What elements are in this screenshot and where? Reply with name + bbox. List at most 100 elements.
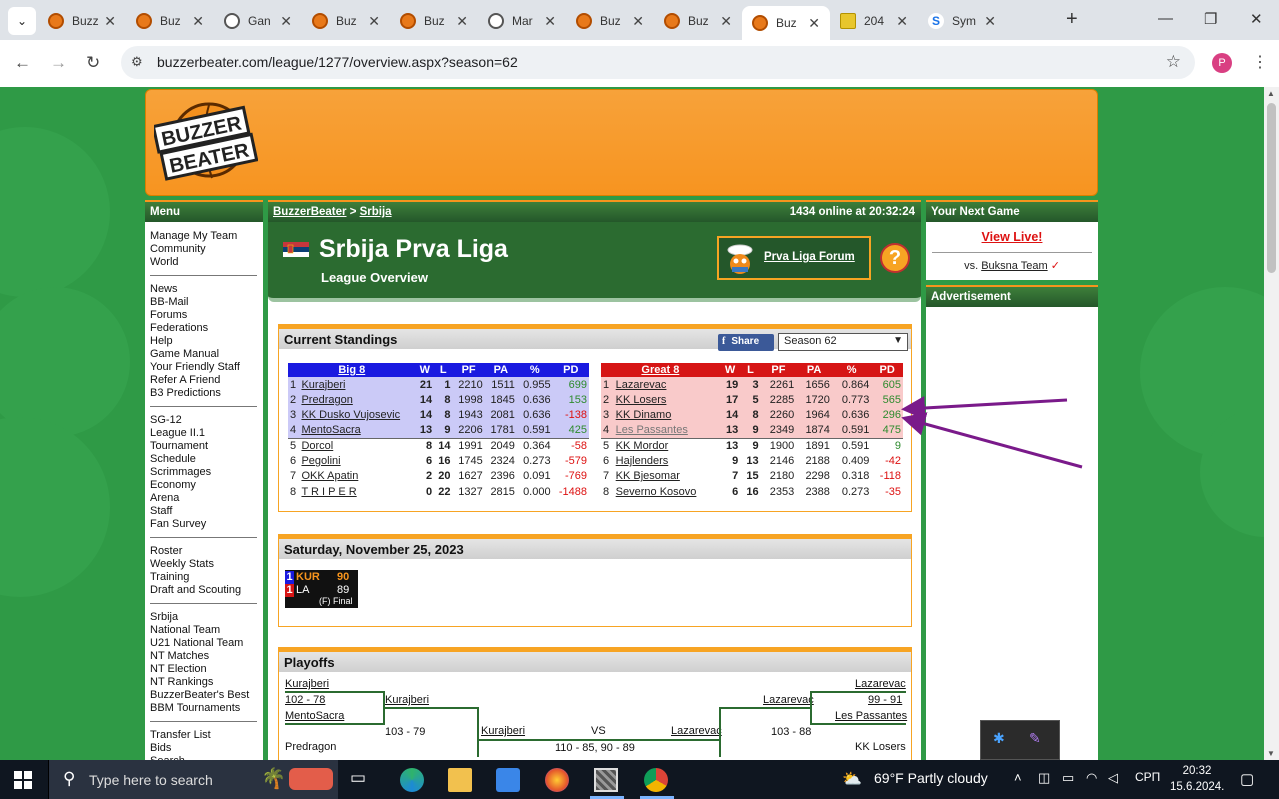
browser-tab[interactable]: Mar ✕ [478, 6, 566, 36]
scroll-down-icon[interactable]: ▼ [1267, 749, 1275, 758]
team-link[interactable]: Lazarevac [614, 377, 720, 392]
playoff-team-link[interactable]: KK Losers [855, 741, 906, 753]
menu-item-world[interactable]: World [150, 256, 257, 269]
menu-item-schedule[interactable]: Schedule [150, 453, 257, 466]
menu-item-game-manual[interactable]: Game Manual [150, 348, 257, 361]
playoff-team-link[interactable]: Predragon [285, 741, 336, 753]
playoff-team-link[interactable]: Kurajberi [285, 678, 329, 690]
team-link[interactable]: KK Dusko Vujosevic [299, 408, 415, 423]
browser-tab[interactable]: Buz ✕ [126, 6, 214, 36]
team-link[interactable]: KK Dinamo [614, 408, 720, 423]
tab-close-icon[interactable]: ✕ [984, 13, 996, 30]
webcam-icon[interactable]: ◫ [1038, 770, 1050, 786]
playoff-team-link[interactable]: MentoSacra [285, 710, 344, 722]
bluetooth-icon[interactable]: ✱ [993, 730, 1005, 747]
final-left-team[interactable]: Kurajberi [481, 725, 525, 737]
menu-item-nt-matches[interactable]: NT Matches [150, 650, 257, 663]
scrollbar-thumb[interactable] [1267, 103, 1276, 273]
taskbar-search[interactable]: ⚲ Type here to search 🌴 [48, 760, 338, 799]
tab-close-icon[interactable]: ✕ [896, 13, 908, 30]
menu-item-federations[interactable]: Federations [150, 322, 257, 335]
opponent-link[interactable]: Buksna Team [981, 260, 1047, 272]
menu-item-draft-and-scouting[interactable]: Draft and Scouting [150, 584, 257, 597]
menu-item-u21-national-team[interactable]: U21 National Team [150, 637, 257, 650]
team-link[interactable]: OKK Apatin [299, 469, 415, 484]
menu-item-training[interactable]: Training [150, 571, 257, 584]
menu-item-bids[interactable]: Bids [150, 742, 257, 755]
team-link[interactable]: KK Losers [614, 392, 720, 407]
menu-item-transfer-list[interactable]: Transfer List [150, 729, 257, 742]
facebook-share-button[interactable]: f Share [718, 334, 774, 351]
browser-tab[interactable]: Buz ✕ [742, 6, 830, 40]
firefox-icon[interactable] [545, 768, 569, 792]
browser-menu-icon[interactable]: ⋮ [1252, 52, 1268, 72]
menu-item-fan-survey[interactable]: Fan Survey [150, 518, 257, 531]
chrome-icon[interactable] [644, 768, 668, 792]
weather-text[interactable]: 69°F Partly cloudy [874, 770, 988, 786]
team-link[interactable]: Predragon [299, 392, 415, 407]
task-view-icon[interactable]: ▭ [350, 768, 374, 792]
menu-item-weekly-stats[interactable]: Weekly Stats [150, 558, 257, 571]
conference-name[interactable]: Great 8 [601, 363, 720, 377]
file-explorer-icon[interactable] [448, 768, 472, 792]
menu-item-buzzerbeater-s-best[interactable]: BuzzerBeater's Best [150, 689, 257, 702]
menu-item-economy[interactable]: Economy [150, 479, 257, 492]
menu-item-national-team[interactable]: National Team [150, 624, 257, 637]
store-icon[interactable] [496, 768, 520, 792]
season-select[interactable]: Season 62 ▼ [778, 333, 908, 351]
buzzerbeater-logo[interactable]: BUZZER BEATER [154, 100, 258, 186]
menu-item-sg-12[interactable]: SG-12 [150, 414, 257, 427]
minimize-icon[interactable]: — [1158, 10, 1173, 27]
scroll-up-icon[interactable]: ▲ [1267, 89, 1275, 98]
menu-item-staff[interactable]: Staff [150, 505, 257, 518]
view-live-link[interactable]: View Live! [926, 230, 1098, 244]
menu-item-nt-election[interactable]: NT Election [150, 663, 257, 676]
browser-tab[interactable]: Buz ✕ [654, 6, 742, 36]
restore-icon[interactable]: ❐ [1204, 10, 1217, 28]
edge-icon[interactable] [400, 768, 424, 792]
playoff-series-score[interactable]: 103 - 88 [771, 726, 811, 738]
browser-tab[interactable]: 204 ✕ [830, 6, 918, 36]
bookmark-star-icon[interactable]: ☆ [1166, 52, 1181, 72]
breadcrumb-home-link[interactable]: BuzzerBeater [273, 206, 347, 218]
tab-search-button[interactable]: ⌄ [8, 7, 36, 35]
weather-icon[interactable]: ⛅ [842, 769, 862, 789]
final-right-team[interactable]: Lazarevac [671, 725, 722, 737]
tab-close-icon[interactable]: ✕ [280, 13, 292, 30]
browser-tab[interactable]: Buz ✕ [302, 6, 390, 36]
team-link[interactable]: Dorcol [299, 438, 415, 453]
back-icon[interactable]: ← [14, 53, 31, 73]
snipping-tool-icon[interactable] [594, 768, 618, 792]
tab-close-icon[interactable]: ✕ [192, 13, 204, 30]
team-link[interactable]: T R I P E R [299, 484, 415, 499]
taskbar-clock[interactable]: 20:32 15.6.2024. [1170, 763, 1224, 795]
browser-tab[interactable]: Buzz ✕ [38, 6, 126, 36]
browser-tab[interactable]: Buz ✕ [390, 6, 478, 36]
menu-item-nt-rankings[interactable]: NT Rankings [150, 676, 257, 689]
menu-item-bb-mail[interactable]: BB-Mail [150, 296, 257, 309]
omnibox[interactable]: ⚙ buzzerbeater.com/league/1277/overview.… [121, 46, 1195, 79]
site-info-icon[interactable]: ⚙ [131, 54, 143, 70]
league-forum-link[interactable]: Prva Liga Forum [764, 251, 855, 263]
new-tab-button[interactable]: + [1066, 8, 1078, 31]
menu-item-roster[interactable]: Roster [150, 545, 257, 558]
menu-item-community[interactable]: Community [150, 243, 257, 256]
tab-close-icon[interactable]: ✕ [544, 13, 556, 30]
url-text[interactable]: buzzerbeater.com/league/1277/overview.as… [157, 54, 518, 70]
breadcrumb-country-link[interactable]: Srbija [360, 206, 392, 218]
menu-item-help[interactable]: Help [150, 335, 257, 348]
menu-item-forums[interactable]: Forums [150, 309, 257, 322]
menu-item-news[interactable]: News [150, 283, 257, 296]
team-link[interactable]: Severno Kosovo [614, 484, 720, 499]
team-link[interactable]: Hajlenders [614, 453, 720, 468]
tab-close-icon[interactable]: ✕ [456, 13, 468, 30]
menu-item-tournament[interactable]: Tournament [150, 440, 257, 453]
playoff-series-score[interactable]: 103 - 79 [385, 726, 425, 738]
tab-close-icon[interactable]: ✕ [104, 13, 116, 30]
team-link[interactable]: MentoSacra [299, 423, 415, 438]
menu-item-refer-a-friend[interactable]: Refer A Friend [150, 374, 257, 387]
reload-icon[interactable]: ↻ [86, 53, 100, 73]
team-link[interactable]: KK Mordor [614, 438, 720, 453]
page-scrollbar[interactable]: ▲ ▼ [1264, 87, 1279, 760]
windows-start-icon[interactable] [14, 771, 32, 789]
